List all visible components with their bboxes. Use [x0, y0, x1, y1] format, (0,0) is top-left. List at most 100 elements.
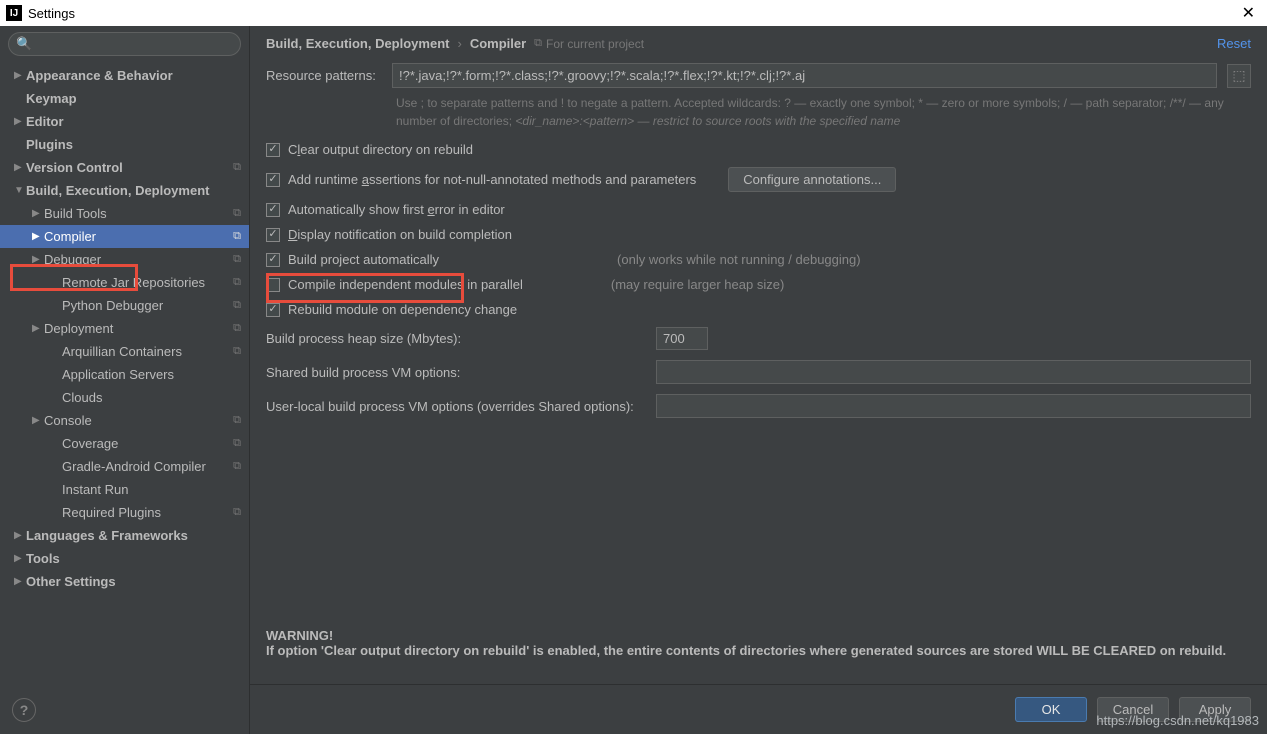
clear-output-checkbox[interactable]: [266, 143, 280, 157]
sidebar-item-clouds[interactable]: Clouds: [0, 386, 249, 409]
parallel-checkbox[interactable]: [266, 278, 280, 292]
search-input[interactable]: [8, 32, 241, 56]
sidebar-item-label: Build, Execution, Deployment: [26, 183, 209, 198]
window-title: Settings: [28, 6, 75, 21]
sidebar-item-label: Tools: [26, 551, 60, 566]
sidebar-item-label: Arquillian Containers: [62, 344, 182, 359]
settings-tree: ▶Appearance & BehaviorKeymap▶EditorPlugi…: [0, 62, 249, 734]
sidebar-item-label: Coverage: [62, 436, 118, 451]
arrow-icon: ▶: [14, 162, 26, 173]
warning-text: WARNING! If option 'Clear output directo…: [266, 628, 1251, 658]
arrow-icon: ▶: [14, 576, 26, 587]
autobuild-label: Build project automatically: [288, 252, 439, 267]
sidebar-item-instant-run[interactable]: Instant Run: [0, 478, 249, 501]
resource-patterns-hint: Use ; to separate patterns and ! to nega…: [266, 94, 1251, 130]
close-icon[interactable]: ✕: [1236, 3, 1261, 23]
sidebar-item-label: Remote Jar Repositories: [62, 275, 205, 290]
sidebar-item-label: Python Debugger: [62, 298, 163, 313]
shared-vm-input[interactable]: [656, 360, 1251, 384]
sidebar-item-label: Console: [44, 413, 92, 428]
heap-size-input[interactable]: [656, 327, 708, 350]
autobuild-note: (only works while not running / debuggin…: [617, 252, 861, 267]
sidebar-item-label: Editor: [26, 114, 64, 129]
notify-build-checkbox[interactable]: [266, 228, 280, 242]
sidebar-item-build-tools[interactable]: ▶Build Tools ⧉: [0, 202, 249, 225]
arrow-icon: ▶: [32, 208, 44, 219]
sidebar-item-label: Gradle-Android Compiler: [62, 459, 206, 474]
breadcrumb-note: For current project: [546, 37, 644, 51]
sidebar-item-arquillian-containers[interactable]: Arquillian Containers ⧉: [0, 340, 249, 363]
project-icon: ⧉: [233, 299, 241, 312]
project-icon: ⧉: [233, 276, 241, 289]
sidebar-item-label: Clouds: [62, 390, 102, 405]
project-icon: ⧉: [233, 253, 241, 266]
project-icon: ⧉: [233, 207, 241, 220]
autobuild-checkbox[interactable]: [266, 253, 280, 267]
sidebar-item-label: Application Servers: [62, 367, 174, 382]
arrow-icon: ▶: [14, 70, 26, 81]
arrow-icon: ▶: [32, 415, 44, 426]
sidebar-item-label: Build Tools: [44, 206, 107, 221]
sidebar-item-version-control[interactable]: ▶Version Control ⧉: [0, 156, 249, 179]
project-icon: ⧉: [233, 506, 241, 519]
arrow-icon: ▼: [14, 185, 26, 196]
sidebar-item-deployment[interactable]: ▶Deployment⧉: [0, 317, 249, 340]
notify-build-label: Display notification on build completion: [288, 227, 512, 242]
rebuild-dep-label: Rebuild module on dependency change: [288, 302, 517, 317]
sidebar-item-label: Keymap: [26, 91, 77, 106]
sidebar-item-required-plugins[interactable]: Required Plugins ⧉: [0, 501, 249, 524]
sidebar-item-remote-jar-repositories[interactable]: Remote Jar Repositories ⧉: [0, 271, 249, 294]
search-icon: 🔍: [16, 36, 32, 52]
project-icon: ⧉: [233, 345, 241, 358]
help-button[interactable]: ?: [12, 698, 36, 722]
first-error-checkbox[interactable]: [266, 203, 280, 217]
shared-vm-label: Shared build process VM options:: [266, 365, 646, 380]
arrow-icon: ▶: [14, 116, 26, 127]
rebuild-dep-checkbox[interactable]: [266, 303, 280, 317]
sidebar-item-label: Required Plugins: [62, 505, 161, 520]
resource-patterns-input[interactable]: [392, 63, 1217, 88]
configure-annotations-button[interactable]: Configure annotations...: [728, 167, 896, 192]
sidebar-item-label: Instant Run: [62, 482, 129, 497]
sidebar-item-coverage[interactable]: Coverage ⧉: [0, 432, 249, 455]
sidebar-item-label: Debugger: [44, 252, 101, 267]
arrow-icon: ▶: [14, 530, 26, 541]
runtime-assertions-checkbox[interactable]: [266, 173, 280, 187]
reset-link[interactable]: Reset: [1217, 36, 1251, 51]
arrow-icon: ▶: [32, 231, 44, 242]
sidebar-item-label: Version Control: [26, 160, 123, 175]
sidebar-item-languages-frameworks[interactable]: ▶Languages & Frameworks: [0, 524, 249, 547]
sidebar-item-other-settings[interactable]: ▶Other Settings: [0, 570, 249, 593]
app-icon: IJ: [6, 5, 22, 21]
sidebar-item-build-execution-deployment[interactable]: ▼Build, Execution, Deployment: [0, 179, 249, 202]
arrow-icon: ▶: [32, 323, 44, 334]
sidebar-item-plugins[interactable]: Plugins: [0, 133, 249, 156]
project-icon: ⧉: [233, 460, 241, 473]
heap-size-label: Build process heap size (Mbytes):: [266, 331, 646, 346]
project-icon: ⧉: [233, 437, 241, 450]
sidebar-item-keymap[interactable]: Keymap: [0, 87, 249, 110]
sidebar-item-application-servers[interactable]: Application Servers: [0, 363, 249, 386]
sidebar-item-tools[interactable]: ▶Tools: [0, 547, 249, 570]
breadcrumb-part2: Compiler: [470, 36, 526, 51]
arrow-icon: ▶: [32, 254, 44, 265]
cancel-button[interactable]: Cancel: [1097, 697, 1169, 722]
breadcrumb-sep: ›: [457, 36, 461, 51]
project-icon: ⧉: [233, 161, 241, 174]
clear-output-label: Clear output directory on rebuild: [288, 142, 473, 157]
apply-button[interactable]: Apply: [1179, 697, 1251, 722]
ok-button[interactable]: OK: [1015, 697, 1087, 722]
sidebar-item-appearance-behavior[interactable]: ▶Appearance & Behavior: [0, 64, 249, 87]
first-error-label: Automatically show first error in editor: [288, 202, 505, 217]
sidebar-item-editor[interactable]: ▶Editor: [0, 110, 249, 133]
expand-button[interactable]: ⬚: [1227, 64, 1251, 88]
sidebar-item-python-debugger[interactable]: Python Debugger ⧉: [0, 294, 249, 317]
user-vm-input[interactable]: [656, 394, 1251, 418]
sidebar-item-gradle-android-compiler[interactable]: Gradle-Android Compiler ⧉: [0, 455, 249, 478]
sidebar-item-debugger[interactable]: ▶Debugger ⧉: [0, 248, 249, 271]
sidebar-item-label: Deployment: [44, 321, 113, 336]
sidebar-item-console[interactable]: ▶Console⧉: [0, 409, 249, 432]
sidebar-item-label: Plugins: [26, 137, 73, 152]
user-vm-label: User-local build process VM options (ove…: [266, 399, 646, 414]
sidebar-item-compiler[interactable]: ▶Compiler⧉: [0, 225, 249, 248]
